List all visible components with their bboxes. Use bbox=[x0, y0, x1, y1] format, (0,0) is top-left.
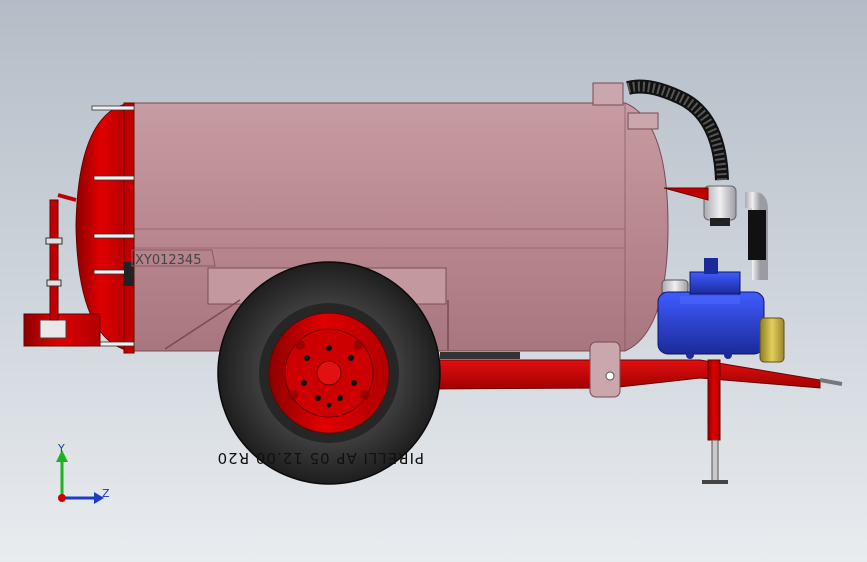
tanker-trailer-model[interactable]: XY012345 PIRELLI AP 05 12.00 R20 Y Z bbox=[0, 0, 867, 562]
tire-sidewall-text: PIRELLI AP 05 12.00 R20 bbox=[217, 449, 424, 467]
z-axis-label: Z bbox=[102, 487, 110, 500]
cad-viewport[interactable]: XY012345 PIRELLI AP 05 12.00 R20 Y Z bbox=[0, 0, 867, 562]
hydraulic-cylinder bbox=[440, 352, 520, 359]
filter-canister bbox=[703, 185, 737, 221]
axis-triad-icon: Y Z bbox=[56, 442, 110, 504]
drive-pulley bbox=[759, 317, 785, 363]
wheel[interactable]: PIRELLI AP 05 12.00 R20 bbox=[217, 261, 441, 485]
mount-bracket bbox=[589, 341, 621, 398]
sight-coupling bbox=[748, 210, 766, 260]
tank-serial-text: XY012345 bbox=[135, 253, 201, 268]
y-axis-label: Y bbox=[57, 442, 65, 455]
